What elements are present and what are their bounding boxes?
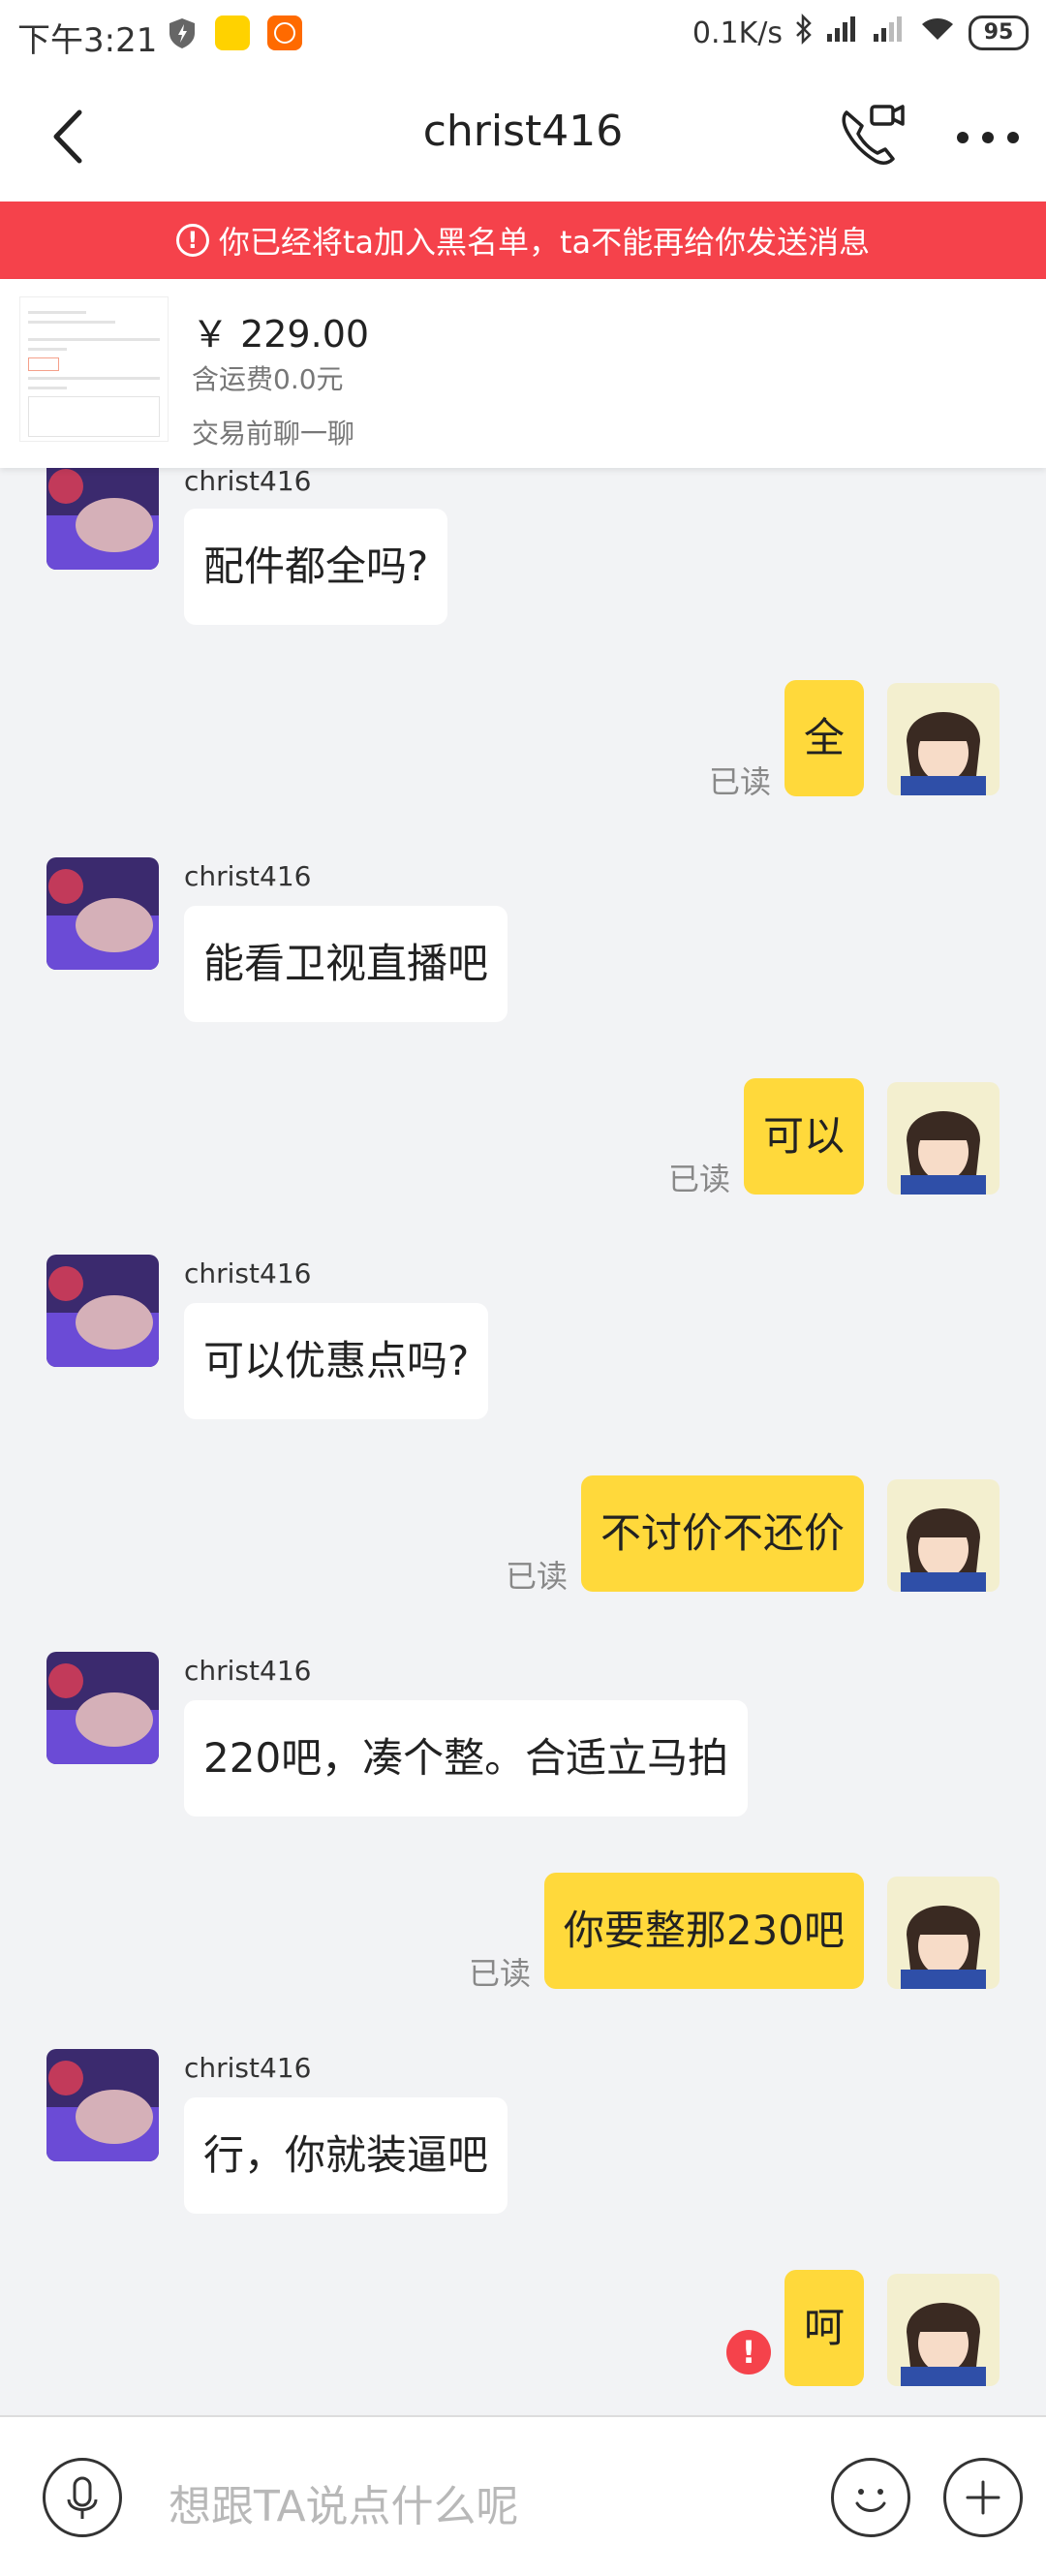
message-bubble[interactable]: 呵 — [784, 2270, 864, 2386]
my-avatar[interactable] — [887, 2274, 1000, 2386]
smiley-icon — [855, 2489, 886, 2512]
contact-name: christ416 — [184, 465, 312, 497]
pre-trade-prompt: 交易前聊一聊 — [192, 418, 355, 450]
status-bar: 下午3:21 0.1K/s 95 — [0, 0, 1046, 70]
message-bubble[interactable]: 能看卫视直播吧 — [184, 906, 508, 1022]
more-dots-icon — [957, 132, 1019, 143]
phone-video-icon — [842, 105, 905, 165]
contact-avatar[interactable] — [46, 1255, 159, 1367]
message-bubble[interactable]: 全 — [784, 680, 864, 796]
network-speed: 0.1K/s — [692, 16, 783, 50]
more-button[interactable] — [949, 109, 1027, 167]
bluetooth-icon — [794, 13, 814, 52]
contact-name: christ416 — [184, 2052, 312, 2084]
my-avatar[interactable] — [887, 683, 1000, 795]
battery-indicator: 95 — [969, 16, 1029, 50]
status-time: 下午3:21 — [17, 21, 158, 60]
message-bubble[interactable]: 可以 — [743, 1078, 864, 1195]
security-icon — [165, 16, 200, 50]
contact-avatar[interactable] — [46, 457, 159, 570]
message-bubble[interactable]: 220吧，凑个整。合适立马拍 — [184, 1700, 749, 1816]
read-receipt: 已读 — [469, 1955, 532, 1992]
read-receipt: 已读 — [506, 1558, 569, 1595]
message-bubble[interactable]: 行，你就装逼吧 — [184, 2097, 508, 2214]
chat-header: christ416 — [0, 70, 1046, 202]
microphone-icon — [67, 2476, 98, 2519]
hd-signal-icon — [825, 15, 860, 51]
read-receipt: 已读 — [668, 1161, 731, 1197]
contact-name: christ416 — [184, 1655, 312, 1687]
contact-avatar[interactable] — [46, 857, 159, 970]
add-attachment-button[interactable] — [943, 2458, 1023, 2537]
app-icon-yellow — [215, 16, 250, 50]
signal-icon — [872, 15, 907, 51]
message-bubble[interactable]: 不讨价不还价 — [580, 1475, 864, 1592]
product-thumbnail[interactable] — [19, 296, 169, 442]
contact-name: christ416 — [184, 860, 312, 892]
message-bubble[interactable]: 可以优惠点吗? — [184, 1303, 489, 1419]
shipping-fee: 含运费0.0元 — [192, 363, 344, 395]
my-avatar[interactable] — [887, 1479, 1000, 1592]
voice-button[interactable] — [43, 2458, 122, 2537]
my-avatar[interactable] — [887, 1877, 1000, 1989]
call-button[interactable] — [833, 99, 910, 176]
input-bar: 想跟TA说点什么呢 — [0, 2415, 1046, 2576]
read-receipt: 已读 — [709, 763, 772, 800]
product-card[interactable]: ￥ 229.00 含运费0.0元 交易前聊一聊 — [0, 279, 1046, 468]
contact-avatar[interactable] — [46, 2049, 159, 2161]
wifi-icon — [918, 15, 957, 51]
my-avatar[interactable] — [887, 1082, 1000, 1195]
contact-name: christ416 — [184, 1257, 312, 1289]
banner-text: 你已经将ta加入黑名单，ta不能再给你发送消息 — [218, 224, 871, 261]
send-failed-icon[interactable]: ! — [726, 2330, 771, 2374]
mi-icon — [267, 16, 302, 50]
message-bubble[interactable]: 配件都全吗? — [184, 509, 448, 625]
message-bubble[interactable]: 你要整那230吧 — [543, 1873, 864, 1989]
plus-icon — [966, 2480, 1000, 2515]
status-right: 0.1K/s 95 — [692, 13, 1029, 52]
emoji-button[interactable] — [831, 2458, 910, 2537]
message-input[interactable]: 想跟TA说点什么呢 — [169, 2471, 519, 2533]
contact-avatar[interactable] — [46, 1652, 159, 1764]
blacklist-banner: ! 你已经将ta加入黑名单，ta不能再给你发送消息 — [0, 202, 1046, 279]
product-price: ￥ 229.00 — [192, 313, 370, 356]
alert-icon: ! — [175, 224, 209, 257]
